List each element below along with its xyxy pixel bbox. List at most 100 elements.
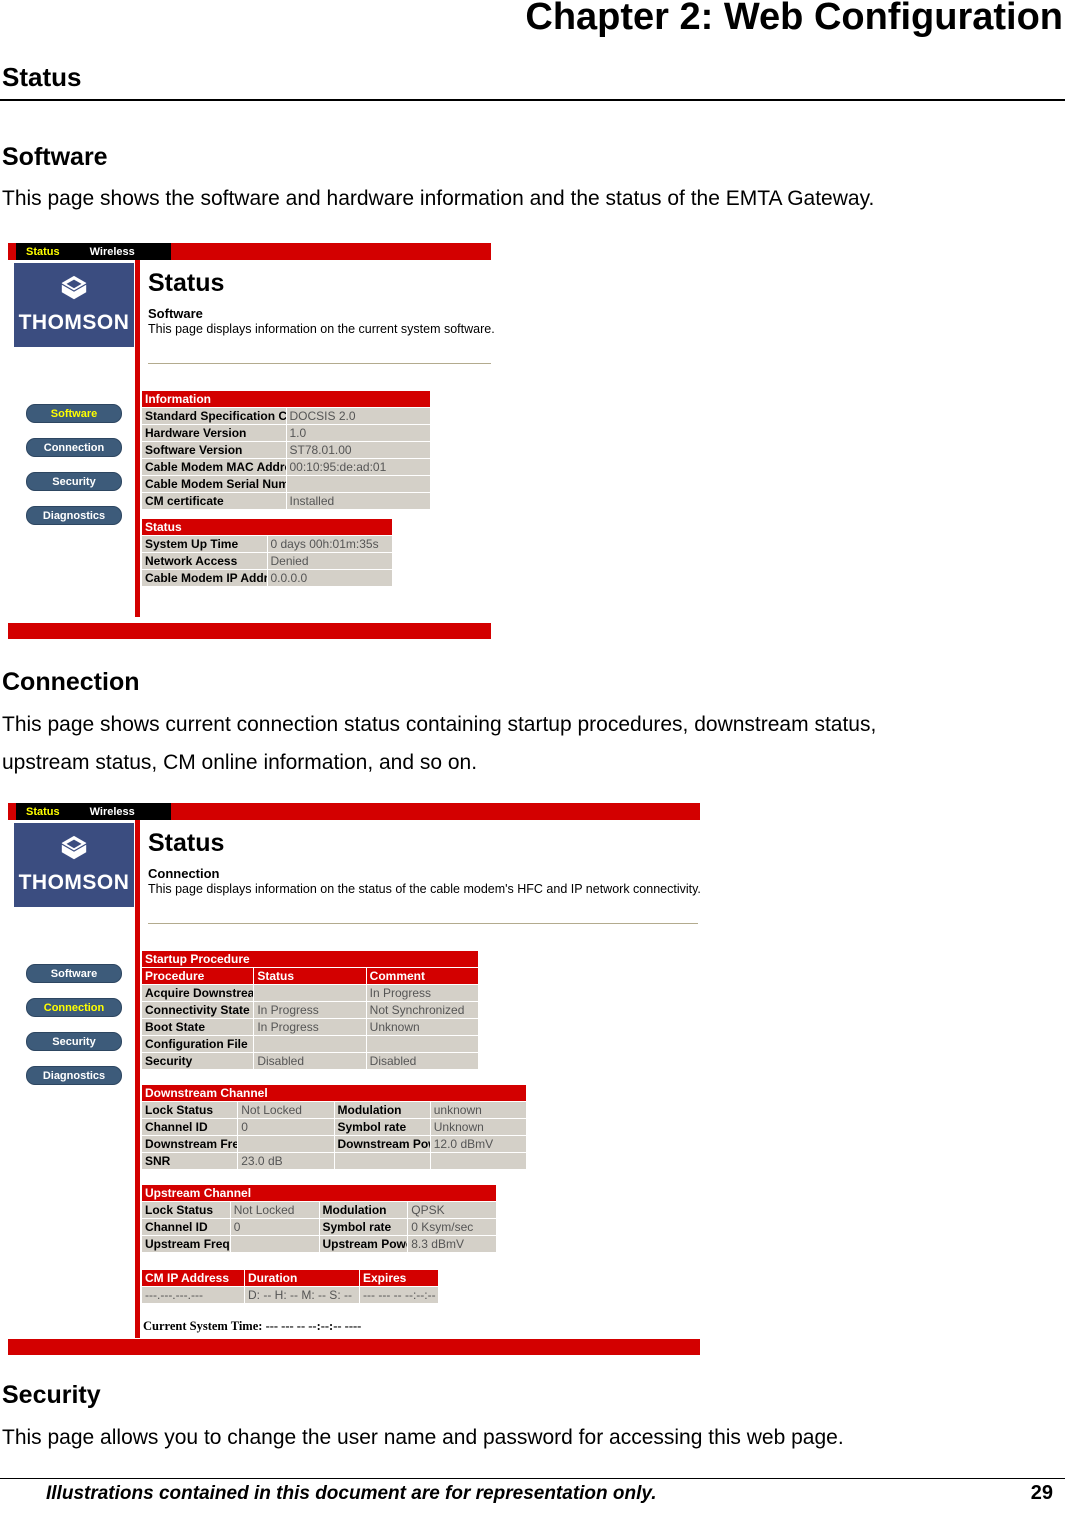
row-duration: D: -- H: -- M: -- S: -- xyxy=(244,1286,360,1304)
row-label-left: Upstream Frequency xyxy=(141,1235,231,1253)
topnav-item-status[interactable]: Status xyxy=(26,806,60,818)
paragraph-connection-line2: upstream status, CM online information, … xyxy=(2,751,478,774)
router-sidebar: THOMSON Software Connection Security Dia… xyxy=(8,820,135,1355)
row-label-left: Channel ID xyxy=(140,1118,239,1136)
heading-security: Security xyxy=(2,1381,101,1409)
section-title: Upstream Channel xyxy=(141,1184,497,1202)
row-value-right: Unknown xyxy=(429,1118,528,1136)
sidebar-item-diagnostics[interactable]: Diagnostics xyxy=(26,1066,122,1085)
row-label-left: SNR xyxy=(140,1152,239,1170)
sidebar-divider xyxy=(135,260,140,617)
row-value-right: 0 Ksym/sec xyxy=(407,1218,497,1236)
sidebar-item-diagnostics[interactable]: Diagnostics xyxy=(26,506,122,525)
row-label: Hardware Version xyxy=(141,424,287,442)
table-section-header: Information xyxy=(141,390,431,408)
table-row: Downstream Frequency Downstream Power 12… xyxy=(140,1135,528,1153)
screenshot-status-software: Status Wireless THOMSON Software Connect… xyxy=(8,243,495,639)
table-row: SNR 23.0 dB xyxy=(140,1152,528,1170)
thomson-logo: THOMSON xyxy=(14,823,134,907)
row-value xyxy=(285,475,431,493)
row-comment: Disabled xyxy=(365,1052,480,1070)
document-page: Chapter 2: Web Configuration Status Soft… xyxy=(0,0,1069,1529)
row-status xyxy=(253,1035,367,1053)
section-title: Status xyxy=(141,518,393,536)
table-row: Cable Modem IP Address 0.0.0.0 xyxy=(141,569,393,587)
row-value-left: Not Locked xyxy=(229,1201,320,1219)
router-sidebar: THOMSON Software Connection Security Dia… xyxy=(8,260,135,639)
table-row: Software Version ST78.01.00 xyxy=(141,441,431,459)
table-row: Upstream Frequency Upstream Power 8.3 dB… xyxy=(141,1235,497,1253)
thomson-cube-logo-icon xyxy=(61,835,87,860)
router-topnav-bar: Status Wireless xyxy=(8,243,491,260)
row-comment: Not Synchronized xyxy=(365,1001,480,1019)
table-row: Lock Status Not Locked Modulation QPSK xyxy=(141,1201,497,1219)
router-content-pane: Status Software This page displays infor… xyxy=(148,270,495,365)
heading-software: Software xyxy=(2,143,108,171)
current-system-time: Current System Time: --- --- -- --:--:--… xyxy=(143,1319,361,1334)
content-divider xyxy=(148,363,491,365)
row-expires: --- --- -- --:--:-- ---- xyxy=(359,1286,439,1304)
row-status xyxy=(253,984,367,1002)
column-header-status: Status xyxy=(253,967,367,985)
sidebar-item-label: Diagnostics xyxy=(42,1069,106,1082)
row-label-left: Lock Status xyxy=(141,1201,231,1219)
row-value-left: 0 xyxy=(237,1118,335,1136)
row-procedure: Security xyxy=(140,1052,255,1070)
column-header-procedure: Procedure xyxy=(140,967,255,985)
row-label-left: Lock Status xyxy=(140,1101,239,1119)
row-value: 0 days 00h:01m:35s xyxy=(266,535,393,553)
row-label-right xyxy=(333,1152,431,1170)
page-description: This page displays information on the st… xyxy=(148,882,701,897)
table-row: Lock Status Not Locked Modulation unknow… xyxy=(140,1101,528,1119)
table-row: Network Access Denied xyxy=(141,552,393,570)
sidebar-item-label: Connection xyxy=(43,1001,105,1014)
table-column-headers: CM IP Address Duration Expires xyxy=(141,1269,439,1287)
row-status: In Progress xyxy=(253,1018,367,1036)
table-row: Channel ID 0 Symbol rate 0 Ksym/sec xyxy=(141,1218,497,1236)
table-row: Acquire Downstream Channel In Progress xyxy=(140,984,480,1002)
section-heading-status: Status xyxy=(2,62,82,92)
row-label: Cable Modem MAC Address xyxy=(141,458,287,476)
thomson-cube-logo-icon xyxy=(61,275,87,300)
row-value-left: Not Locked xyxy=(237,1101,335,1119)
row-value-left: 23.0 dB xyxy=(237,1152,335,1170)
table-section-header: Downstream Channel xyxy=(141,1084,527,1102)
topnav-item-wireless[interactable]: Wireless xyxy=(90,806,135,818)
row-label: System Up Time xyxy=(141,535,268,553)
row-value: 0.0.0.0 xyxy=(266,569,393,587)
sidebar-item-software[interactable]: Software xyxy=(26,964,122,983)
current-system-time-label: Current System Time: xyxy=(143,1319,263,1333)
row-label: Standard Specification Compliant xyxy=(141,407,287,425)
sidebar-item-security[interactable]: Security xyxy=(26,1032,122,1051)
thomson-logo: THOMSON xyxy=(14,263,134,347)
topnav-item-wireless[interactable]: Wireless xyxy=(90,246,135,258)
row-label-left: Downstream Frequency xyxy=(140,1135,239,1153)
row-label: CM certificate xyxy=(141,492,287,510)
sidebar-item-security[interactable]: Security xyxy=(26,472,122,491)
section-title: Downstream Channel xyxy=(141,1084,527,1102)
sidebar-item-label: Connection xyxy=(43,441,105,454)
current-system-time-value: --- --- -- --:--:-- ---- xyxy=(265,1319,362,1333)
row-label: Cable Modem Serial Number xyxy=(141,475,287,493)
column-header-cm-ip-address: CM IP Address xyxy=(141,1269,245,1287)
column-header-expires: Expires xyxy=(359,1269,439,1287)
table-row: Security Disabled Disabled xyxy=(140,1052,480,1070)
header-rule xyxy=(0,99,1065,101)
table-column-headers: Procedure Status Comment xyxy=(140,967,480,985)
sidebar-item-software[interactable]: Software xyxy=(26,404,122,423)
router-bottom-bar xyxy=(8,623,491,639)
row-label-right: Symbol rate xyxy=(333,1118,431,1136)
topnav-item-status[interactable]: Status xyxy=(26,246,60,258)
row-value-left xyxy=(229,1235,320,1253)
cm-ip-address-table: CM IP Address Duration Expires ---.---.-… xyxy=(141,1269,439,1304)
sidebar-item-connection[interactable]: Connection xyxy=(26,998,122,1017)
row-label: Software Version xyxy=(141,441,287,459)
row-value-right: 12.0 dBmV xyxy=(429,1135,528,1153)
thomson-wordmark: THOMSON xyxy=(18,871,130,894)
page-subtitle: Connection xyxy=(148,866,220,882)
sidebar-item-connection[interactable]: Connection xyxy=(26,438,122,457)
row-value: ST78.01.00 xyxy=(285,441,431,459)
sidebar-item-label: Security xyxy=(52,475,96,488)
row-label: Cable Modem IP Address xyxy=(141,569,268,587)
table-row: Cable Modem Serial Number xyxy=(141,475,431,493)
